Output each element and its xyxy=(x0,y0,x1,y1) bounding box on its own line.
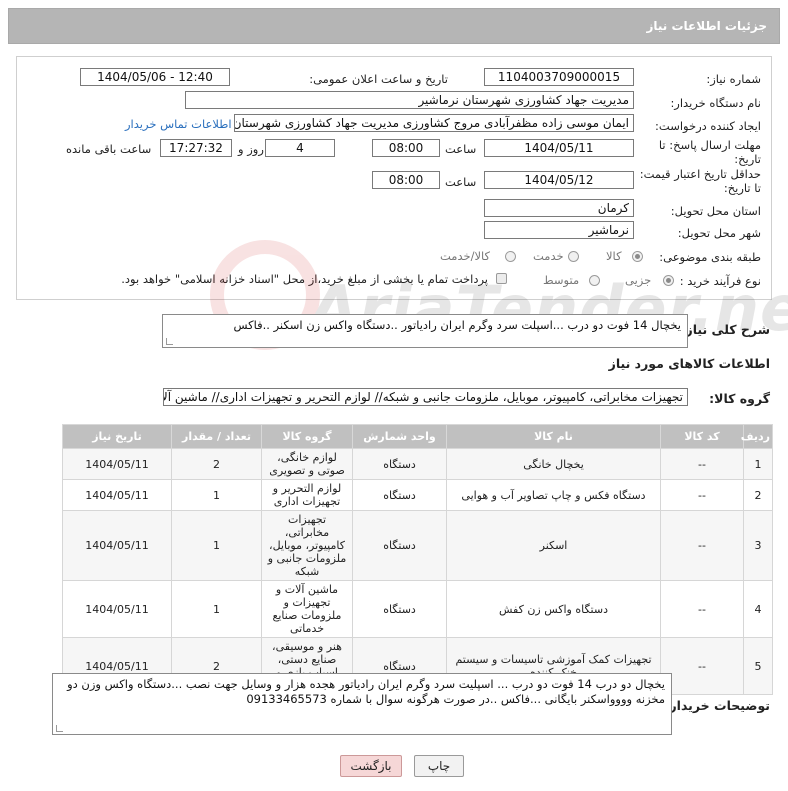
cell-date: 1404/05/11 xyxy=(62,510,172,581)
cell-name: یخچال خانگی xyxy=(446,448,661,480)
cell-code: -- xyxy=(660,580,744,638)
need-number-field: 1104003709000015 xyxy=(484,68,634,86)
buyer-contact-link[interactable]: اطلاعات تماس خریدار xyxy=(125,117,232,131)
col-header-group: گروه کالا xyxy=(261,424,353,449)
announce-date-label: تاریخ و ساعت اعلان عمومی: xyxy=(309,72,448,86)
creator-label: ایجاد کننده درخواست: xyxy=(655,119,761,133)
city-label: شهر محل تحویل: xyxy=(677,226,761,240)
goods-group-field: تجهیزات مخابراتی، کامپیوتر، موبایل، ملزو… xyxy=(163,388,688,406)
cell-unit: دستگاه xyxy=(352,510,447,581)
col-header-date: تاریخ نیاز xyxy=(62,424,172,449)
province-label: استان محل تحویل: xyxy=(670,204,761,218)
validity-label: حداقل تاریخ اعتبار قیمت: xyxy=(639,167,761,181)
cell-row: 2 xyxy=(743,479,773,511)
table-row: 4 -- دستگاه واکس زن کفش دستگاه ماشین آلا… xyxy=(62,580,773,638)
col-header-unit: واحد شمارش xyxy=(352,424,447,449)
cell-row: 1 xyxy=(743,448,773,480)
purchase-option-medium: متوسط xyxy=(543,273,580,287)
cell-code: -- xyxy=(660,448,744,480)
validity-label-2: تا تاریخ: xyxy=(723,181,761,195)
description-label: شرح کلی نیاز: xyxy=(680,322,770,337)
cell-name: اسکنر xyxy=(446,510,661,581)
category-option-both: کالا/خدمت xyxy=(440,249,491,263)
treasury-checkbox[interactable] xyxy=(496,273,507,284)
buyer-label: نام دستگاه خریدار: xyxy=(670,96,761,110)
cell-code: -- xyxy=(660,479,744,511)
need-number-label: شماره نیاز: xyxy=(706,72,761,86)
payment-note: پرداخت تمام یا بخشی از مبلغ خرید،از محل … xyxy=(121,272,488,286)
purchase-radio-minor[interactable] xyxy=(663,275,674,286)
validity-date-field: 1404/05/12 xyxy=(484,171,634,189)
goods-group-label: گروه کالا: xyxy=(709,391,770,406)
cell-date: 1404/05/11 xyxy=(62,479,172,511)
col-header-qty: تعداد / مقدار xyxy=(171,424,262,449)
col-header-row: ردیف xyxy=(741,424,773,449)
cell-group: لوازم التحریر و تجهیزات اداری xyxy=(261,479,353,511)
creator-field: ایمان موسی زاده مظفرآبادی مروج کشاورزی م… xyxy=(234,114,634,132)
table-header-row: ردیف کد کالا نام کالا واحد شمارش گروه کا… xyxy=(62,424,773,449)
table-row: 1 -- یخچال خانگی دستگاه لوازم خانگی، صوت… xyxy=(62,448,773,480)
cell-group: تجهیزات مخابراتی، کامپیوتر، موبایل، ملزو… xyxy=(261,510,353,581)
table-row: 3 -- اسکنر دستگاه تجهیزات مخابراتی، کامپ… xyxy=(62,510,773,581)
category-option-goods: کالا xyxy=(606,249,622,263)
deadline-label: مهلت ارسال پاسخ: تا xyxy=(658,138,761,152)
cell-qty: 1 xyxy=(171,479,262,511)
col-header-name: نام کالا xyxy=(446,424,661,449)
page-header: جزئیات اطلاعات نیاز xyxy=(8,8,780,44)
goods-section-title: اطلاعات کالاهای مورد نیاز xyxy=(608,356,770,371)
days-remaining-field: 4 xyxy=(265,139,335,157)
purchase-option-minor: جزیی xyxy=(625,273,652,287)
deadline-time-label: ساعت xyxy=(445,142,477,156)
cell-row: 4 xyxy=(743,580,773,638)
category-radio-both[interactable] xyxy=(505,251,516,262)
cell-name: دستگاه واکس زن کفش xyxy=(446,580,661,638)
cell-qty: 1 xyxy=(171,580,262,638)
cell-row: 5 xyxy=(743,637,773,695)
purchase-radio-medium[interactable] xyxy=(589,275,600,286)
back-button[interactable]: بازگشت xyxy=(340,755,402,777)
page-title: جزئیات اطلاعات نیاز xyxy=(646,19,767,33)
validity-time-label: ساعت xyxy=(445,175,477,189)
cell-code: -- xyxy=(660,510,744,581)
cell-qty: 1 xyxy=(171,510,262,581)
city-field: نرماشیر xyxy=(484,221,634,239)
cell-row: 3 xyxy=(743,510,773,581)
category-option-service: خدمت xyxy=(533,249,564,263)
cell-code: -- xyxy=(660,637,744,695)
description-text: یخچال 14 فوت دو درب ...اسپلت سرد وگرم ای… xyxy=(233,318,681,332)
resize-grip-icon[interactable] xyxy=(166,338,173,345)
description-textarea[interactable]: یخچال 14 فوت دو درب ...اسپلت سرد وگرم ای… xyxy=(162,314,688,348)
cell-unit: دستگاه xyxy=(352,580,447,638)
resize-grip-icon[interactable] xyxy=(56,725,63,732)
buyer-field: مدیریت جهاد کشاورزی شهرستان نرماشیر xyxy=(185,91,634,109)
purchase-type-label: نوع فرآیند خرید : xyxy=(679,274,761,288)
table-row: 2 -- دستگاه فکس و چاپ تصاویر آب و هوایی … xyxy=(62,479,773,511)
days-label: روز و xyxy=(238,142,264,156)
cell-group: لوازم خانگی، صوتی و تصویری xyxy=(261,448,353,480)
announce-date-field: 1404/05/06 - 12:40 xyxy=(80,68,230,86)
remaining-time-field: 17:27:32 xyxy=(160,139,232,157)
remaining-time-label: ساعت باقی مانده xyxy=(66,142,152,156)
validity-time-field: 08:00 xyxy=(372,171,440,189)
cell-date: 1404/05/11 xyxy=(62,448,172,480)
col-header-code: کد کالا xyxy=(660,424,744,449)
cell-unit: دستگاه xyxy=(352,448,447,480)
goods-table: ردیف کد کالا نام کالا واحد شمارش گروه کا… xyxy=(62,424,773,695)
cell-group: ماشین آلات و تجهیزات و ملزومات صنایع خدم… xyxy=(261,580,353,638)
cell-unit: دستگاه xyxy=(352,479,447,511)
buyer-notes-text: یخچال دو درب 14 فوت دو درب ... اسپلیت سر… xyxy=(67,677,665,706)
deadline-date-field: 1404/05/11 xyxy=(484,139,634,157)
category-label: طبقه بندی موضوعی: xyxy=(659,250,761,264)
buyer-notes-label: توضیحات خریدار: xyxy=(664,698,770,713)
category-radio-goods[interactable] xyxy=(632,251,643,262)
cell-name: دستگاه فکس و چاپ تصاویر آب و هوایی xyxy=(446,479,661,511)
province-field: کرمان xyxy=(484,199,634,217)
cell-qty: 2 xyxy=(171,448,262,480)
deadline-label-2: تاریخ: xyxy=(734,152,761,166)
buyer-notes-textarea[interactable]: یخچال دو درب 14 فوت دو درب ... اسپلیت سر… xyxy=(52,673,672,735)
category-radio-service[interactable] xyxy=(568,251,579,262)
cell-date: 1404/05/11 xyxy=(62,580,172,638)
deadline-time-field: 08:00 xyxy=(372,139,440,157)
print-button[interactable]: چاپ xyxy=(414,755,464,777)
